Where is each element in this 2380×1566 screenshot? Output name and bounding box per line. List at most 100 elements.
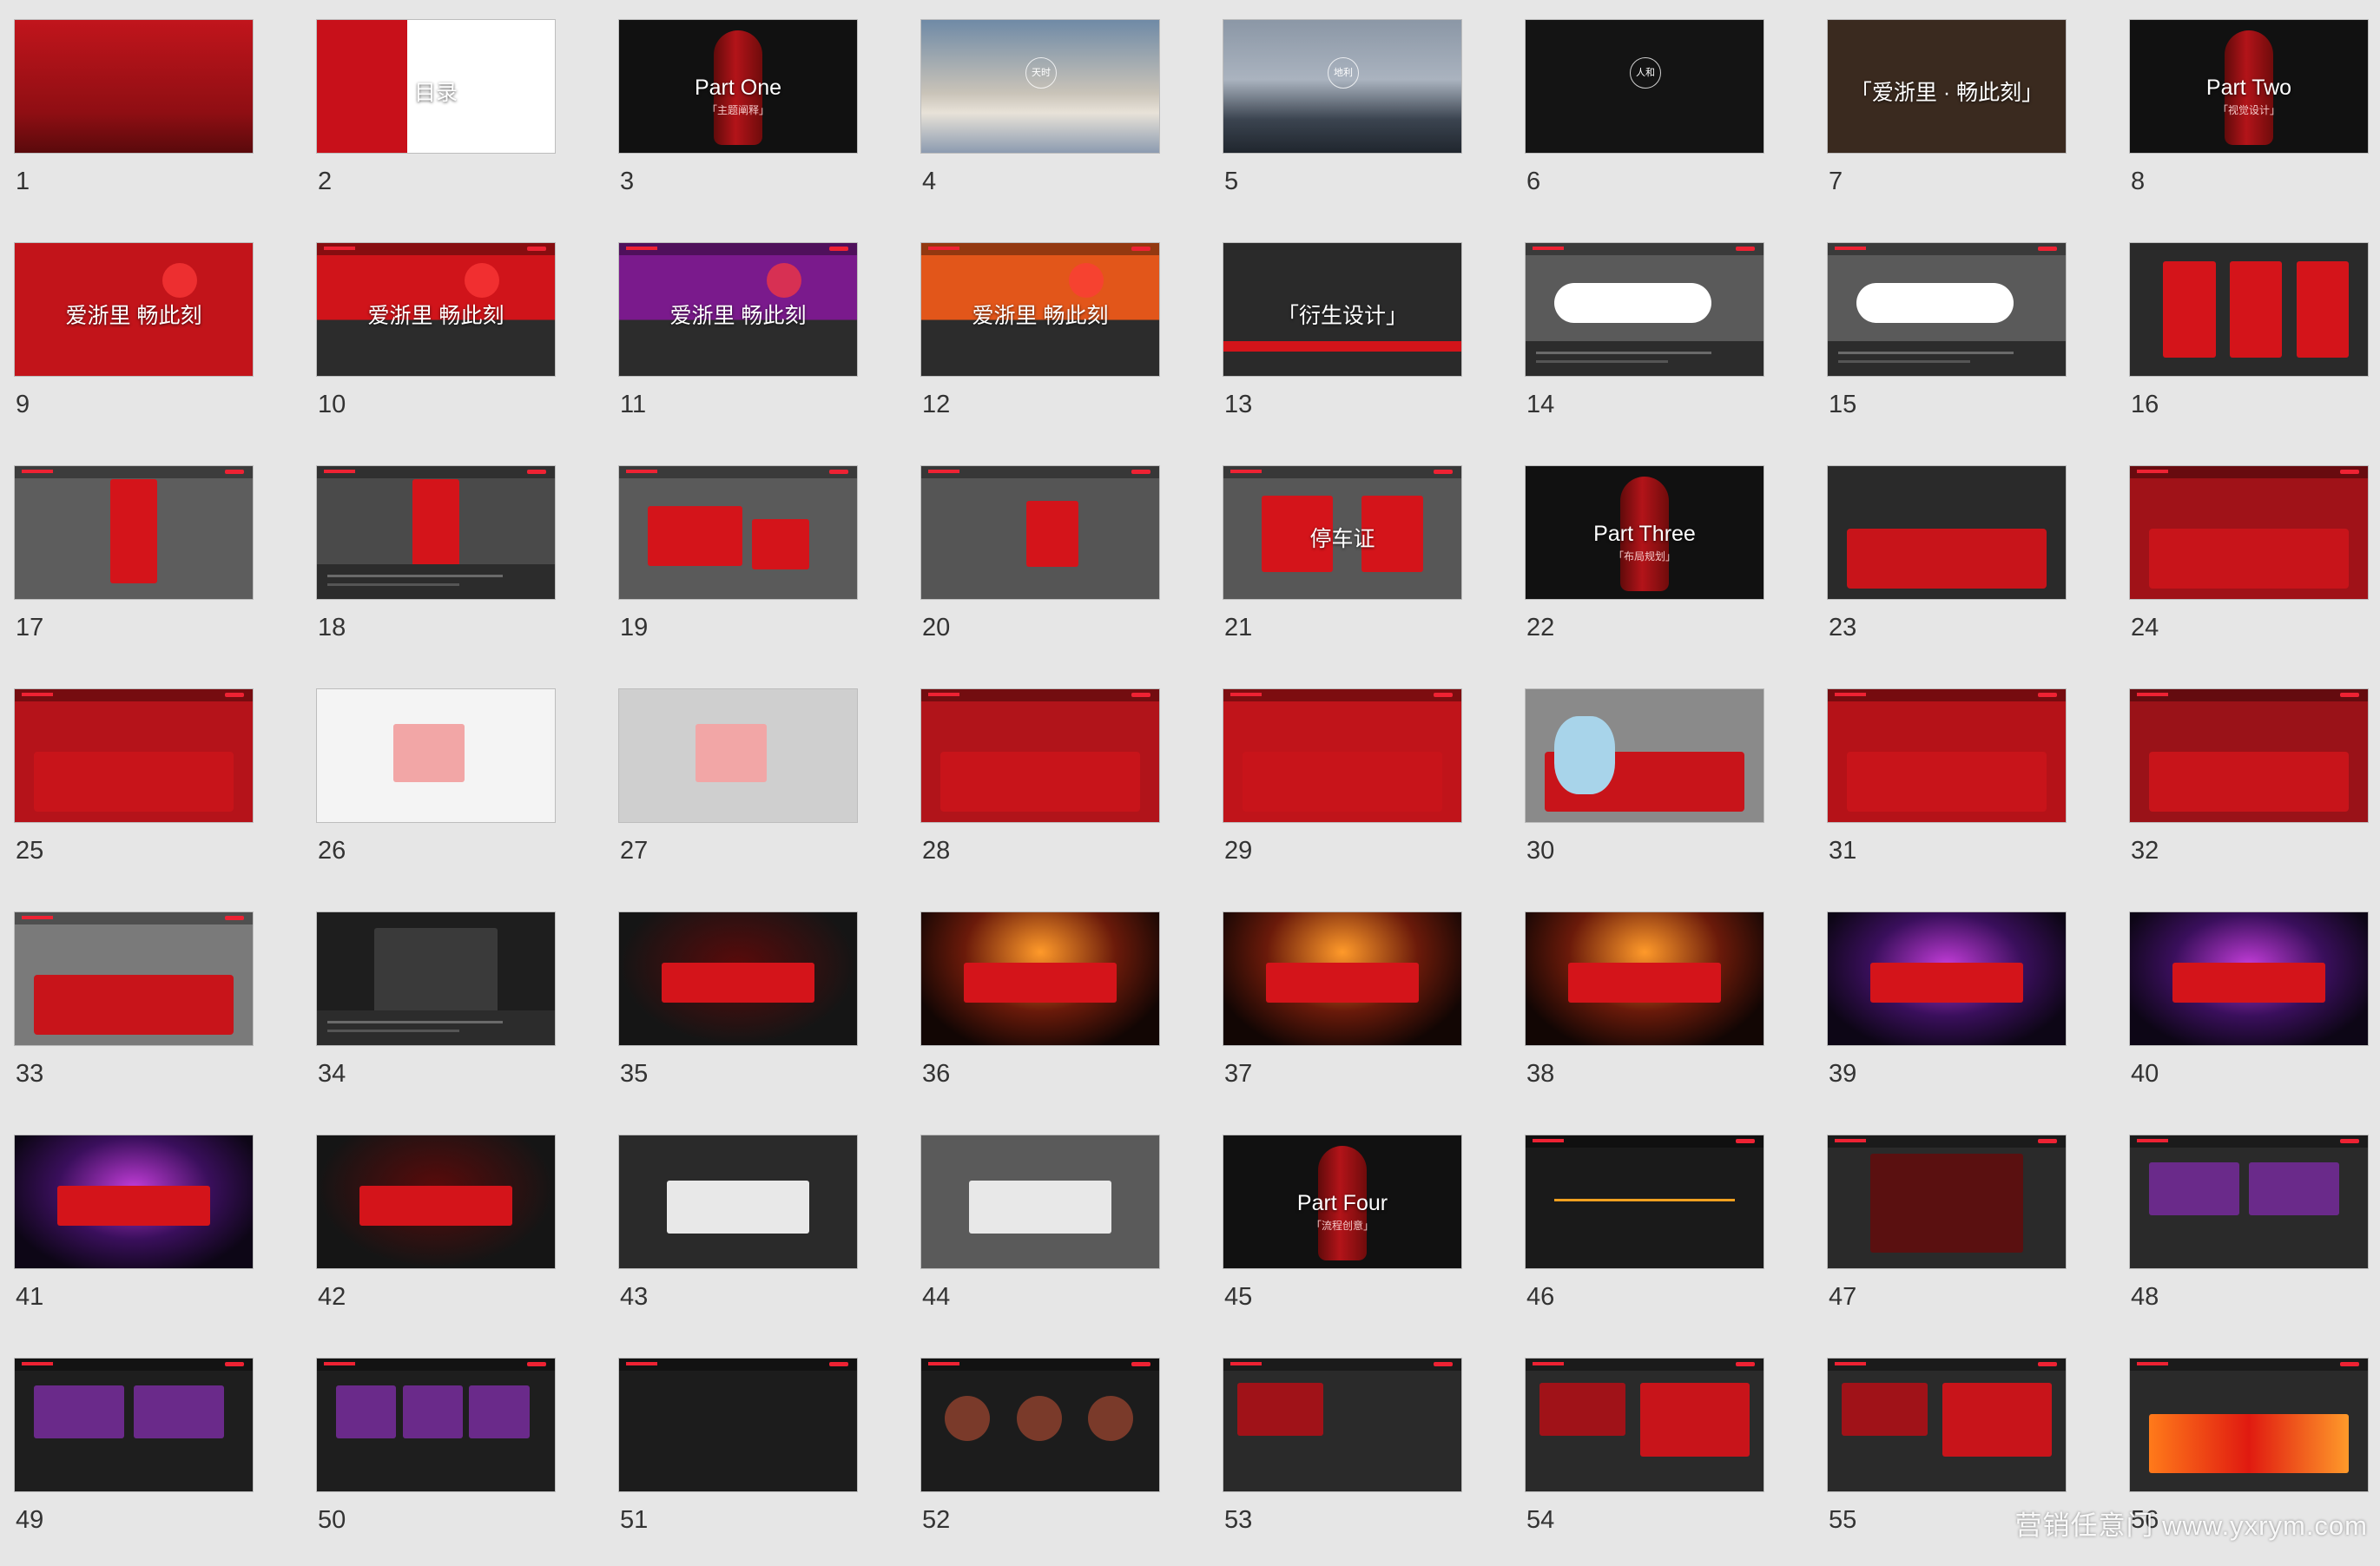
slide-thumbnail[interactable] [618,911,858,1046]
slide-thumbnail[interactable] [1223,911,1462,1046]
slide-thumbnail-cell[interactable]: 44 [920,1135,1164,1343]
slide-thumbnail-cell[interactable]: 20 [920,465,1164,674]
slide-thumbnail[interactable]: 地利 [1223,19,1462,154]
slide-thumbnail[interactable] [1827,911,2067,1046]
slide-thumbnail-cell[interactable]: 14 [1525,242,1768,451]
slide-thumbnail[interactable]: 「爱浙里 · 畅此刻」 [1827,19,2067,154]
slide-thumbnail[interactable]: 爱浙里 畅此刻 [14,242,254,377]
slide-thumbnail-cell[interactable]: Part Three 「布局规划」 22 [1525,465,1768,674]
slide-thumbnail[interactable] [920,688,1160,823]
slide-thumbnail[interactable] [14,688,254,823]
slide-thumbnail-cell[interactable]: 42 [316,1135,559,1343]
slide-thumbnail-cell[interactable]: 33 [14,911,257,1120]
slide-thumbnail-cell[interactable]: 「爱浙里 · 畅此刻」 7 [1827,19,2070,227]
slide-thumbnail[interactable]: 「衍生设计」 [1223,242,1462,377]
slide-thumbnail[interactable] [14,1135,254,1269]
slide-thumbnail-cell[interactable]: 41 [14,1135,257,1343]
slide-thumbnail-cell[interactable]: 16 [2129,242,2372,451]
slide-thumbnail[interactable] [316,465,556,600]
slide-thumbnail[interactable] [316,1135,556,1269]
slide-thumbnail-cell[interactable]: 36 [920,911,1164,1120]
slide-thumbnail[interactable] [1827,465,2067,600]
slide-thumbnail-cell[interactable]: 26 [316,688,559,897]
slide-thumbnail[interactable] [920,1358,1160,1492]
slide-thumbnail-cell[interactable]: 1 [14,19,257,227]
slide-thumbnail-cell[interactable]: 37 [1223,911,1466,1120]
slide-thumbnail-cell[interactable]: 28 [920,688,1164,897]
slide-thumbnail[interactable] [618,1358,858,1492]
slide-thumbnail-cell[interactable]: 爱浙里 畅此刻 10 [316,242,559,451]
slide-thumbnail[interactable] [920,1135,1160,1269]
slide-thumbnail[interactable] [618,688,858,823]
slide-thumbnail-cell[interactable]: 48 [2129,1135,2372,1343]
slide-thumbnail-cell[interactable]: 31 [1827,688,2070,897]
slide-thumbnail[interactable]: 天时 [920,19,1160,154]
slide-thumbnail[interactable] [1223,1358,1462,1492]
slide-thumbnail-cell[interactable]: 50 [316,1358,559,1566]
slide-thumbnail[interactable] [14,19,254,154]
slide-thumbnail[interactable]: Part Four 「流程创意」 [1223,1135,1462,1269]
slide-thumbnail[interactable]: 爱浙里 畅此刻 [316,242,556,377]
slide-thumbnail[interactable] [1223,688,1462,823]
slide-thumbnail-cell[interactable]: 32 [2129,688,2372,897]
slide-thumbnail[interactable] [1827,1358,2067,1492]
slide-thumbnail-cell[interactable]: 49 [14,1358,257,1566]
slide-thumbnail-cell[interactable]: 38 [1525,911,1768,1120]
slide-thumbnail[interactable] [2129,465,2369,600]
slide-thumbnail-cell[interactable]: 30 [1525,688,1768,897]
slide-thumbnail-cell[interactable]: 24 [2129,465,2372,674]
slide-thumbnail-cell[interactable]: 47 [1827,1135,2070,1343]
slide-thumbnail-cell[interactable]: Part Two 「视觉设计」 8 [2129,19,2372,227]
slide-thumbnail-cell[interactable]: 目录 2 [316,19,559,227]
slide-thumbnail-cell[interactable]: 「衍生设计」 13 [1223,242,1466,451]
slide-thumbnail[interactable]: 人和 [1525,19,1764,154]
slide-thumbnail[interactable] [2129,1135,2369,1269]
slide-thumbnail-cell[interactable]: 天时 4 [920,19,1164,227]
slide-thumbnail[interactable] [2129,1358,2369,1492]
slide-thumbnail-cell[interactable]: 25 [14,688,257,897]
slide-thumbnail-cell[interactable]: 53 [1223,1358,1466,1566]
slide-thumbnail[interactable] [316,1358,556,1492]
slide-thumbnail-cell[interactable]: 17 [14,465,257,674]
slide-thumbnail[interactable]: 目录 [316,19,556,154]
slide-thumbnail[interactable] [2129,242,2369,377]
slide-thumbnail[interactable] [1827,688,2067,823]
slide-thumbnail[interactable] [1827,1135,2067,1269]
slide-thumbnail[interactable] [618,465,858,600]
slide-thumbnail-cell[interactable]: 停车证 21 [1223,465,1466,674]
slide-thumbnail[interactable] [14,911,254,1046]
slide-thumbnail-cell[interactable]: 34 [316,911,559,1120]
slide-thumbnail-cell[interactable]: 35 [618,911,861,1120]
slide-thumbnail-cell[interactable]: 52 [920,1358,1164,1566]
slide-thumbnail[interactable]: 爱浙里 畅此刻 [618,242,858,377]
slide-thumbnail[interactable]: Part Three 「布局规划」 [1525,465,1764,600]
slide-thumbnail-cell[interactable]: 29 [1223,688,1466,897]
slide-thumbnail[interactable] [618,1135,858,1269]
slide-thumbnail[interactable] [1525,242,1764,377]
slide-thumbnail-cell[interactable]: 地利 5 [1223,19,1466,227]
slide-thumbnail[interactable] [1525,688,1764,823]
slide-thumbnail[interactable] [1525,1358,1764,1492]
slide-thumbnail[interactable] [920,465,1160,600]
slide-thumbnail-cell[interactable]: 23 [1827,465,2070,674]
slide-thumbnail-cell[interactable]: 18 [316,465,559,674]
slide-thumbnail[interactable]: 爱浙里 畅此刻 [920,242,1160,377]
slide-thumbnail[interactable]: Part One 「主题阐释」 [618,19,858,154]
slide-thumbnail[interactable] [1525,1135,1764,1269]
slide-thumbnail[interactable] [316,688,556,823]
slide-thumbnail-cell[interactable]: 40 [2129,911,2372,1120]
slide-thumbnail-cell[interactable]: 46 [1525,1135,1768,1343]
slide-thumbnail[interactable] [14,1358,254,1492]
slide-thumbnail-cell[interactable]: Part One 「主题阐释」 3 [618,19,861,227]
slide-thumbnail[interactable] [1827,242,2067,377]
slide-thumbnail[interactable] [920,911,1160,1046]
slide-thumbnail[interactable] [14,465,254,600]
slide-thumbnail-cell[interactable]: 爱浙里 畅此刻 12 [920,242,1164,451]
slide-thumbnail-cell[interactable]: 人和 6 [1525,19,1768,227]
slide-thumbnail-cell[interactable]: 27 [618,688,861,897]
slide-thumbnail-cell[interactable]: 43 [618,1135,861,1343]
slide-thumbnail[interactable] [2129,911,2369,1046]
slide-thumbnail[interactable]: Part Two 「视觉设计」 [2129,19,2369,154]
slide-thumbnail-cell[interactable]: 爱浙里 畅此刻 9 [14,242,257,451]
slide-thumbnail[interactable]: 停车证 [1223,465,1462,600]
